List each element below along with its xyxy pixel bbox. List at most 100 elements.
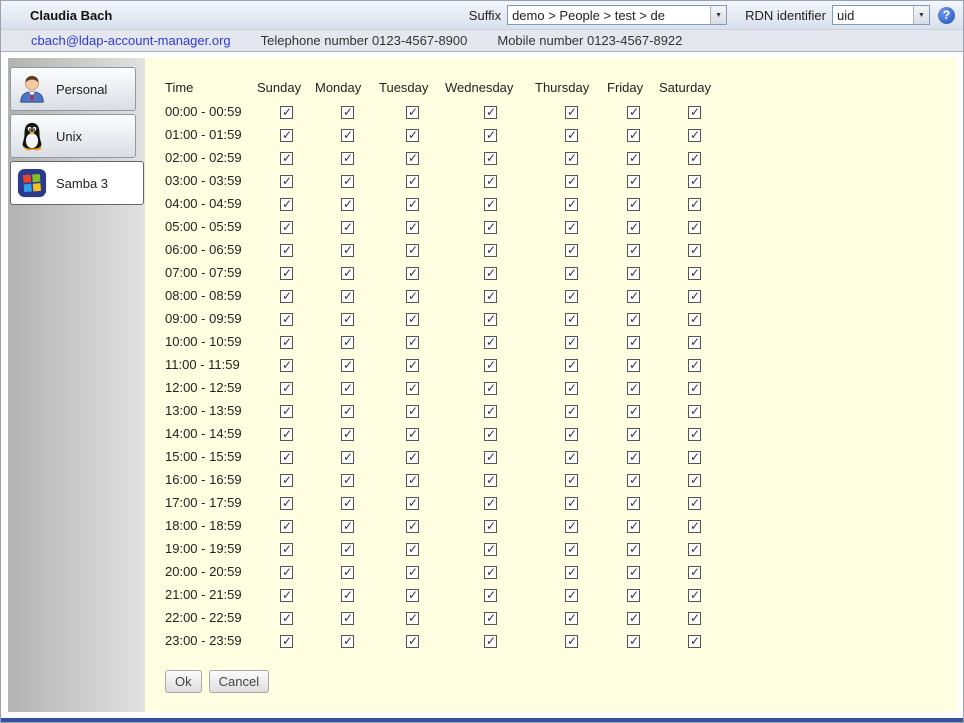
- logon-hour-checkbox[interactable]: [341, 106, 354, 119]
- logon-hour-checkbox[interactable]: [627, 129, 640, 142]
- logon-hour-checkbox[interactable]: [406, 589, 419, 602]
- chevron-down-icon[interactable]: ▼: [710, 6, 726, 24]
- logon-hour-checkbox[interactable]: [406, 175, 419, 188]
- logon-hour-checkbox[interactable]: [627, 520, 640, 533]
- logon-hour-checkbox[interactable]: [484, 198, 497, 211]
- logon-hour-checkbox[interactable]: [565, 612, 578, 625]
- logon-hour-checkbox[interactable]: [484, 336, 497, 349]
- logon-hour-checkbox[interactable]: [406, 543, 419, 556]
- logon-hour-checkbox[interactable]: [688, 497, 701, 510]
- logon-hour-checkbox[interactable]: [341, 589, 354, 602]
- logon-hour-checkbox[interactable]: [565, 520, 578, 533]
- logon-hour-checkbox[interactable]: [627, 451, 640, 464]
- logon-hour-checkbox[interactable]: [280, 290, 293, 303]
- logon-hour-checkbox[interactable]: [627, 221, 640, 234]
- logon-hour-checkbox[interactable]: [406, 152, 419, 165]
- logon-hour-checkbox[interactable]: [280, 336, 293, 349]
- logon-hour-checkbox[interactable]: [341, 198, 354, 211]
- email-link[interactable]: cbach@ldap-account-manager.org: [31, 33, 231, 48]
- logon-hour-checkbox[interactable]: [688, 543, 701, 556]
- logon-hour-checkbox[interactable]: [627, 359, 640, 372]
- logon-hour-checkbox[interactable]: [341, 497, 354, 510]
- logon-hour-checkbox[interactable]: [341, 313, 354, 326]
- logon-hour-checkbox[interactable]: [341, 152, 354, 165]
- logon-hour-checkbox[interactable]: [627, 543, 640, 556]
- logon-hour-checkbox[interactable]: [627, 566, 640, 579]
- tab-samba3[interactable]: Samba 3: [10, 161, 144, 205]
- logon-hour-checkbox[interactable]: [627, 635, 640, 648]
- logon-hour-checkbox[interactable]: [688, 589, 701, 602]
- ok-button[interactable]: Ok: [165, 670, 202, 693]
- logon-hour-checkbox[interactable]: [627, 152, 640, 165]
- logon-hour-checkbox[interactable]: [688, 175, 701, 188]
- logon-hour-checkbox[interactable]: [688, 474, 701, 487]
- logon-hour-checkbox[interactable]: [280, 221, 293, 234]
- logon-hour-checkbox[interactable]: [688, 313, 701, 326]
- logon-hour-checkbox[interactable]: [627, 589, 640, 602]
- logon-hour-checkbox[interactable]: [341, 129, 354, 142]
- logon-hour-checkbox[interactable]: [406, 497, 419, 510]
- logon-hour-checkbox[interactable]: [688, 336, 701, 349]
- logon-hour-checkbox[interactable]: [565, 106, 578, 119]
- tab-unix[interactable]: Unix: [10, 114, 136, 158]
- logon-hour-checkbox[interactable]: [627, 474, 640, 487]
- logon-hour-checkbox[interactable]: [484, 152, 497, 165]
- suffix-select[interactable]: demo > People > test > de ▼: [507, 5, 727, 25]
- logon-hour-checkbox[interactable]: [565, 198, 578, 211]
- logon-hour-checkbox[interactable]: [565, 336, 578, 349]
- logon-hour-checkbox[interactable]: [484, 451, 497, 464]
- logon-hour-checkbox[interactable]: [406, 405, 419, 418]
- logon-hour-checkbox[interactable]: [280, 106, 293, 119]
- logon-hour-checkbox[interactable]: [280, 175, 293, 188]
- logon-hour-checkbox[interactable]: [688, 267, 701, 280]
- logon-hour-checkbox[interactable]: [484, 175, 497, 188]
- logon-hour-checkbox[interactable]: [280, 635, 293, 648]
- logon-hour-checkbox[interactable]: [565, 382, 578, 395]
- logon-hour-checkbox[interactable]: [280, 244, 293, 257]
- logon-hour-checkbox[interactable]: [627, 267, 640, 280]
- logon-hour-checkbox[interactable]: [627, 336, 640, 349]
- logon-hour-checkbox[interactable]: [484, 106, 497, 119]
- logon-hour-checkbox[interactable]: [565, 474, 578, 487]
- logon-hour-checkbox[interactable]: [280, 543, 293, 556]
- logon-hour-checkbox[interactable]: [565, 313, 578, 326]
- logon-hour-checkbox[interactable]: [280, 566, 293, 579]
- logon-hour-checkbox[interactable]: [565, 428, 578, 441]
- logon-hour-checkbox[interactable]: [627, 175, 640, 188]
- logon-hour-checkbox[interactable]: [688, 359, 701, 372]
- logon-hour-checkbox[interactable]: [688, 520, 701, 533]
- logon-hour-checkbox[interactable]: [565, 589, 578, 602]
- logon-hour-checkbox[interactable]: [406, 451, 419, 464]
- logon-hour-checkbox[interactable]: [484, 313, 497, 326]
- help-icon[interactable]: ?: [938, 7, 955, 24]
- logon-hour-checkbox[interactable]: [627, 497, 640, 510]
- logon-hour-checkbox[interactable]: [565, 405, 578, 418]
- logon-hour-checkbox[interactable]: [341, 267, 354, 280]
- logon-hour-checkbox[interactable]: [280, 497, 293, 510]
- logon-hour-checkbox[interactable]: [627, 313, 640, 326]
- logon-hour-checkbox[interactable]: [565, 497, 578, 510]
- logon-hour-checkbox[interactable]: [565, 543, 578, 556]
- logon-hour-checkbox[interactable]: [484, 612, 497, 625]
- logon-hour-checkbox[interactable]: [688, 451, 701, 464]
- logon-hour-checkbox[interactable]: [406, 612, 419, 625]
- logon-hour-checkbox[interactable]: [341, 359, 354, 372]
- logon-hour-checkbox[interactable]: [280, 474, 293, 487]
- logon-hour-checkbox[interactable]: [280, 313, 293, 326]
- logon-hour-checkbox[interactable]: [280, 589, 293, 602]
- logon-hour-checkbox[interactable]: [565, 290, 578, 303]
- logon-hour-checkbox[interactable]: [688, 106, 701, 119]
- tab-personal[interactable]: Personal: [10, 67, 136, 111]
- logon-hour-checkbox[interactable]: [565, 244, 578, 257]
- logon-hour-checkbox[interactable]: [484, 221, 497, 234]
- logon-hour-checkbox[interactable]: [565, 566, 578, 579]
- logon-hour-checkbox[interactable]: [484, 566, 497, 579]
- logon-hour-checkbox[interactable]: [406, 313, 419, 326]
- logon-hour-checkbox[interactable]: [280, 359, 293, 372]
- logon-hour-checkbox[interactable]: [565, 451, 578, 464]
- logon-hour-checkbox[interactable]: [688, 290, 701, 303]
- logon-hour-checkbox[interactable]: [627, 290, 640, 303]
- logon-hour-checkbox[interactable]: [341, 175, 354, 188]
- logon-hour-checkbox[interactable]: [688, 566, 701, 579]
- logon-hour-checkbox[interactable]: [565, 635, 578, 648]
